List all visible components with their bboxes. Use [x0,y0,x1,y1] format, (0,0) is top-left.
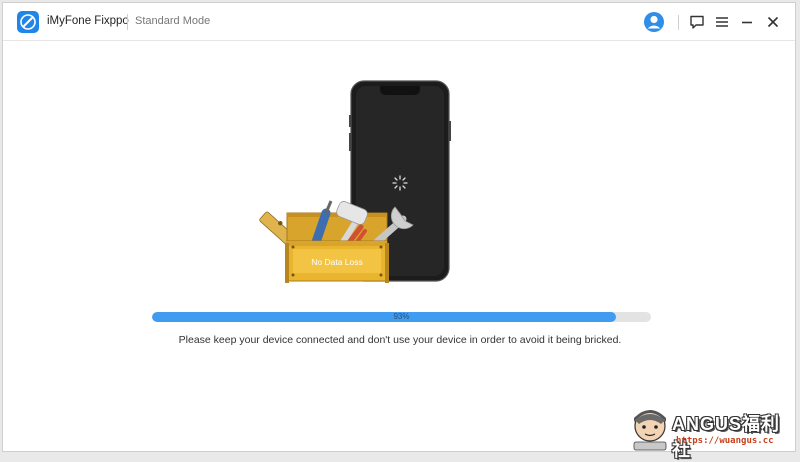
watermark: ANGUS福利社 https://wuangus.cc [628,402,798,460]
close-icon[interactable] [765,14,781,30]
no-data-loss-badge: No Data Loss [311,257,363,267]
minimize-icon[interactable] [739,14,755,30]
progress-bar: 93% [152,312,651,322]
watermark-avatar-icon [633,410,667,451]
menu-icon[interactable] [714,14,730,30]
app-logo-icon [17,11,39,33]
feedback-icon[interactable] [689,14,705,30]
mode-label: Standard Mode [135,15,211,27]
app-window: iMyFone Fixppo Standard Mode No Data Los… [2,2,796,452]
repair-illustration: No Data Loss [259,80,451,283]
title-bar: iMyFone Fixppo Standard Mode [3,3,795,41]
app-name: iMyFone Fixppo [47,15,129,27]
user-icon[interactable] [643,11,665,33]
status-message: Please keep your device connected and do… [178,334,622,346]
title-divider [127,14,128,30]
controls-divider [678,15,679,30]
progress-percent: 93% [393,312,410,321]
watermark-url: https://wuangus.cc [676,436,774,446]
